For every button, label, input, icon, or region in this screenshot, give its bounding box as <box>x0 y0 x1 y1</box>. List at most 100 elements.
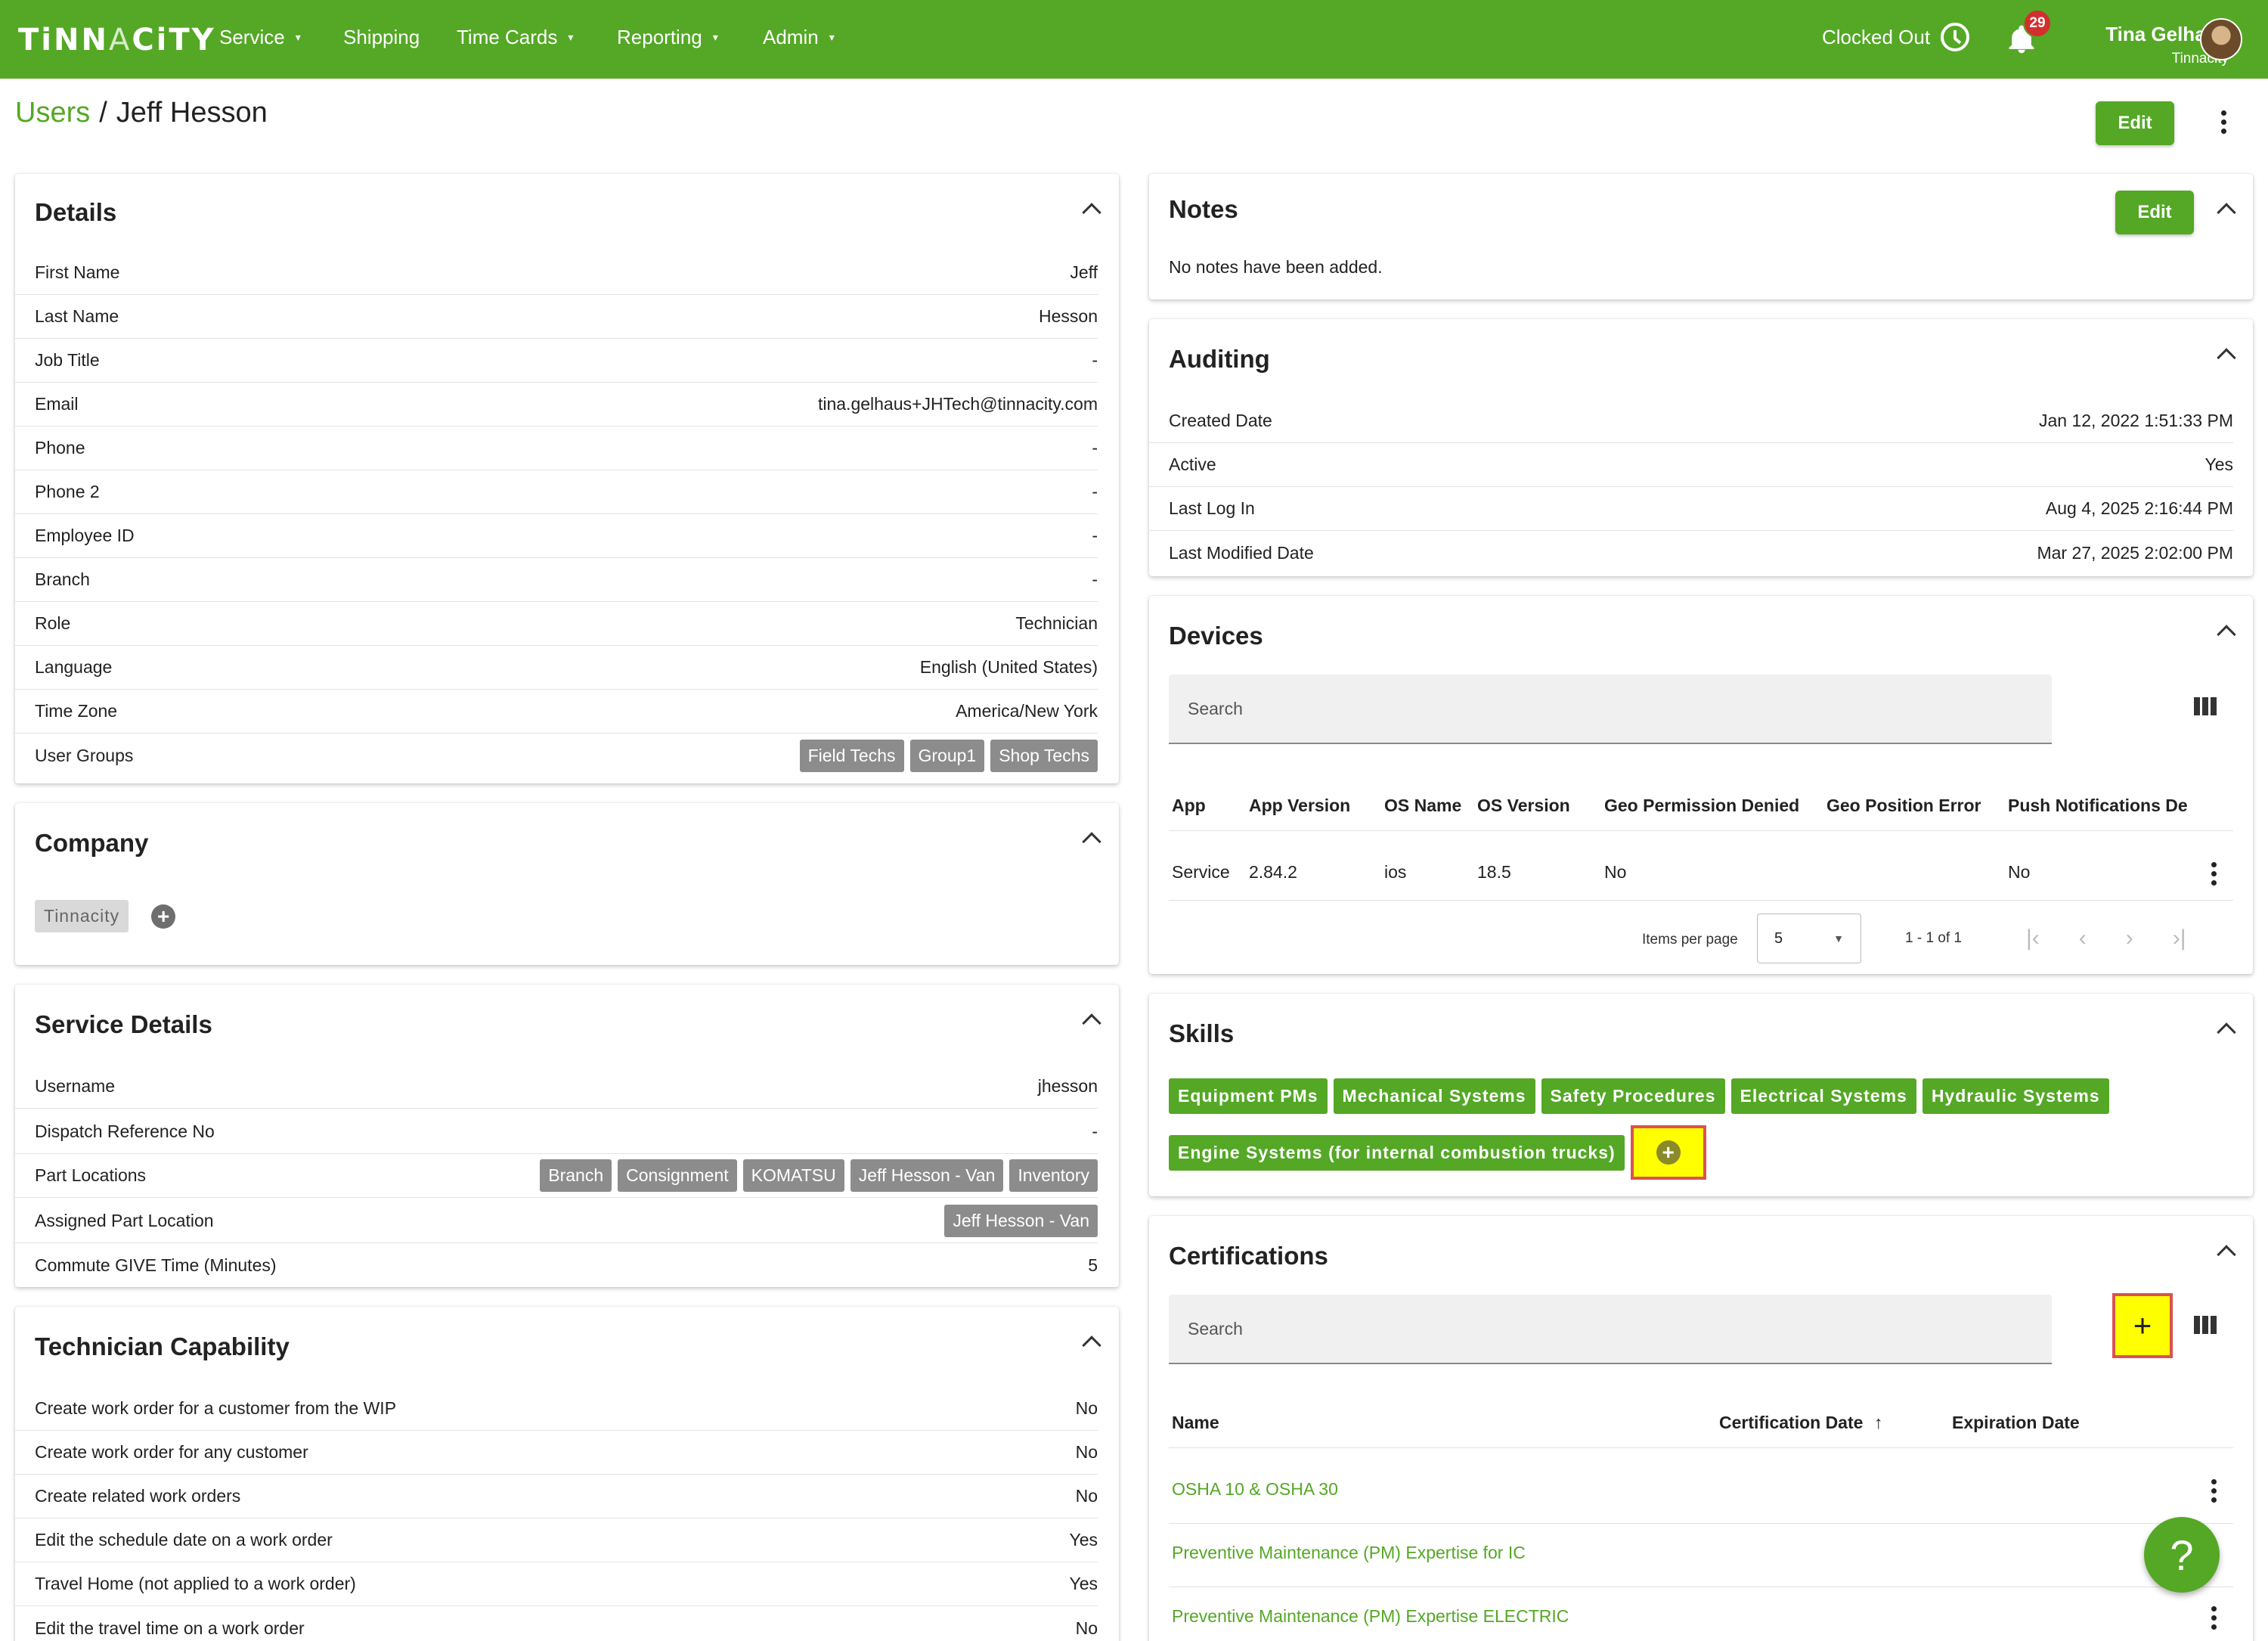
capability-row: Edit the schedule date on a work order Ye… <box>15 1518 1098 1562</box>
cert-col-header[interactable]: Expiration Date <box>1952 1413 2080 1433</box>
detail-row: Role Technician <box>15 602 1098 646</box>
service-row: Username jhesson <box>15 1065 1098 1109</box>
collapse-icon[interactable] <box>1082 1335 1101 1355</box>
device-cell: No <box>1604 862 1627 882</box>
capability-row: Travel Home (not applied to a work order… <box>15 1562 1098 1606</box>
notification-badge: 29 <box>2023 9 2052 38</box>
company-card: Company Tinnacity + <box>15 803 1119 965</box>
collapse-icon[interactable] <box>2217 625 2236 644</box>
prev-page-icon[interactable]: ‹ <box>2079 926 2087 951</box>
column-chooser-icon[interactable] <box>2194 1316 2217 1334</box>
capability-row: Edit the travel time on a work order No <box>35 1618 1098 1638</box>
next-page-icon[interactable]: › <box>2126 926 2133 951</box>
collapse-icon[interactable] <box>1082 832 1101 852</box>
details-title: Details <box>35 198 117 226</box>
user-group-chip[interactable]: Group1 <box>909 739 985 772</box>
sort-ascending-icon: ↑ <box>1873 1413 1883 1432</box>
skill-chip[interactable]: Hydraulic Systems <box>1922 1078 2109 1114</box>
clock-status-button[interactable]: Clocked Out <box>1822 23 1970 51</box>
cert-col-header[interactable]: Certification Date ↑ <box>1719 1413 1882 1433</box>
nav-reporting[interactable]: Reporting ▾ <box>617 26 718 49</box>
detail-row: Employee ID - <box>15 514 1098 558</box>
pagination-controls: |‹ ‹ › ›| <box>2026 926 2186 951</box>
caret-down-icon: ▾ <box>295 31 301 43</box>
first-page-icon[interactable]: |‹ <box>2026 926 2040 951</box>
service-row-assigned: Assigned Part Location Jeff Hesson - Van <box>15 1199 1098 1243</box>
divider <box>1169 900 2233 901</box>
part-location-chip[interactable]: Consignment <box>618 1159 737 1192</box>
skill-chip[interactable]: Mechanical Systems <box>1333 1078 1535 1114</box>
certifications-search-input[interactable]: Search <box>1169 1295 2052 1364</box>
devices-col-header[interactable]: App Version <box>1249 796 1350 816</box>
devices-col-header[interactable]: OS Version <box>1477 796 1570 816</box>
collapse-icon[interactable] <box>2217 348 2236 368</box>
skills-chip-row: Engine Systems (for internal combustion … <box>1169 1125 1706 1180</box>
nav-service[interactable]: Service ▾ <box>219 26 301 49</box>
devices-col-header[interactable]: OS Name <box>1384 796 1461 816</box>
collapse-icon[interactable] <box>1082 203 1101 222</box>
column-chooser-icon[interactable] <box>2194 697 2217 715</box>
caret-down-icon: ▾ <box>568 31 574 43</box>
add-certification-button[interactable]: + <box>2112 1293 2173 1358</box>
company-chip[interactable]: Tinnacity <box>35 900 129 932</box>
part-location-chip[interactable]: Jeff Hesson - Van <box>850 1159 1004 1192</box>
collapse-icon[interactable] <box>2217 1245 2236 1264</box>
devices-col-header[interactable]: Push Notifications De <box>2008 796 2242 816</box>
nav-time-cards[interactable]: Time Cards ▾ <box>457 26 573 49</box>
clock-icon <box>1941 23 1970 51</box>
caret-down-icon: ▼ <box>1833 932 1844 945</box>
part-location-chip[interactable]: Inventory <box>1009 1159 1098 1192</box>
certifications-card: Certifications Search + Name Certificati… <box>1149 1216 2253 1641</box>
device-cell: ios <box>1384 862 1407 882</box>
technician-title: Technician Capability <box>35 1332 290 1360</box>
devices-col-header[interactable]: Geo Position Error <box>1826 796 1981 816</box>
row-more-icon[interactable] <box>2206 1606 2221 1630</box>
edit-notes-button[interactable]: Edit <box>2115 191 2194 234</box>
part-location-chip[interactable]: KOMATSU <box>742 1159 844 1192</box>
breadcrumb: Users / Jeff Hesson <box>15 97 268 129</box>
breadcrumb-users-link[interactable]: Users <box>15 97 90 129</box>
top-navbar: TiNN A CiTY Service ▾ Shipping Time Cards ▾ … <box>0 0 2268 79</box>
nav-admin[interactable]: Admin ▾ <box>763 26 835 49</box>
app-logo[interactable]: TiNN A CiTY <box>18 23 216 57</box>
row-more-icon[interactable] <box>2206 862 2221 886</box>
details-card: Details First Name Jeff Last Name Hesson J… <box>15 174 1119 783</box>
company-title: Company <box>35 829 149 857</box>
assigned-part-location-chip[interactable]: Jeff Hesson - Van <box>944 1205 1098 1237</box>
user-group-chip[interactable]: Field Techs <box>799 739 904 772</box>
cert-col-header[interactable]: Name <box>1172 1413 1219 1433</box>
user-group-chip[interactable]: Shop Techs <box>990 739 1098 772</box>
skill-chip[interactable]: Engine Systems (for internal combustion … <box>1169 1134 1625 1171</box>
devices-col-header[interactable]: Geo Permission Denied <box>1604 796 1799 816</box>
row-more-icon[interactable] <box>2206 1479 2221 1503</box>
devices-col-header[interactable]: App <box>1172 796 1206 816</box>
avatar[interactable] <box>2200 18 2242 60</box>
skill-chip[interactable]: Electrical Systems <box>1730 1078 1916 1114</box>
collapse-icon[interactable] <box>1082 1013 1101 1033</box>
part-location-chip[interactable]: Branch <box>540 1159 612 1192</box>
devices-card: Devices Search App App Version OS Name O… <box>1149 596 2253 974</box>
devices-search-input[interactable]: Search <box>1169 675 2052 744</box>
skills-chip-row: Equipment PMs Mechanical Systems Safety … <box>1169 1078 2109 1114</box>
certification-link[interactable]: Preventive Maintenance (PM) Expertise fo… <box>1172 1543 1526 1563</box>
help-button[interactable]: ? <box>2144 1517 2220 1593</box>
add-skill-button[interactable]: + <box>1630 1125 1706 1180</box>
pagination-range: 1 - 1 of 1 <box>1905 930 1962 946</box>
edit-user-button[interactable]: Edit <box>2096 101 2174 145</box>
more-options-icon[interactable] <box>2216 110 2231 134</box>
skill-chip[interactable]: Safety Procedures <box>1541 1078 1725 1114</box>
certification-link[interactable]: Preventive Maintenance (PM) Expertise EL… <box>1172 1606 1569 1627</box>
skill-chip[interactable]: Equipment PMs <box>1169 1078 1328 1114</box>
service-details-title: Service Details <box>35 1010 212 1038</box>
collapse-icon[interactable] <box>2217 1022 2236 1042</box>
nav-shipping[interactable]: Shipping <box>343 26 420 49</box>
items-per-page-select[interactable]: 5 ▼ <box>1757 914 1861 963</box>
device-cell: Service <box>1172 862 1230 882</box>
plus-icon: + <box>2133 1308 2152 1343</box>
certification-link[interactable]: OSHA 10 & OSHA 30 <box>1172 1479 1338 1500</box>
last-page-icon[interactable]: ›| <box>2173 926 2186 951</box>
collapse-icon[interactable] <box>2217 203 2236 222</box>
add-company-icon[interactable]: + <box>151 904 176 929</box>
service-details-card: Service Details Username jhesson Dispatch… <box>15 985 1119 1287</box>
service-row-part-locations: Part Locations Branch Consignment KOMATS… <box>15 1154 1098 1198</box>
